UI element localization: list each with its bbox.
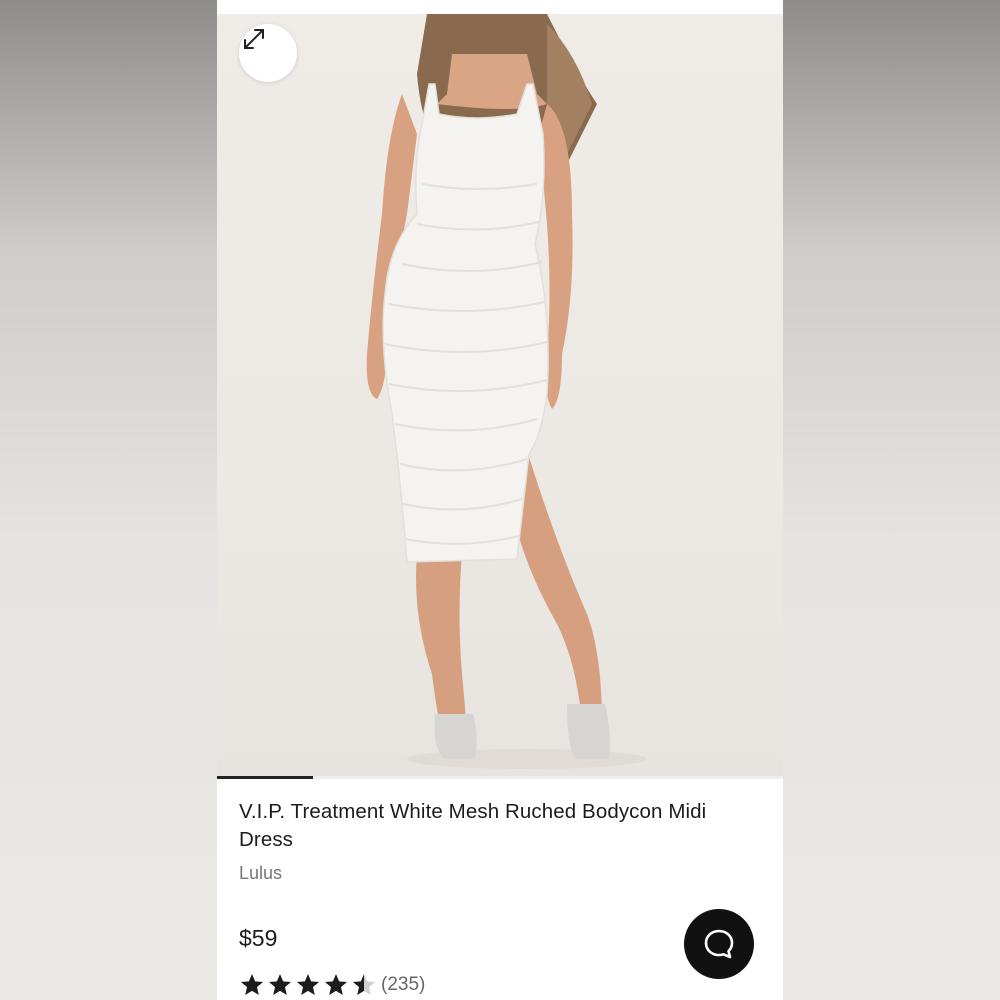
gallery-progress-bar — [217, 776, 783, 779]
product-title: V.I.P. Treatment White Mesh Ruched Bodyc… — [239, 800, 707, 851]
rating-stars — [239, 972, 377, 998]
star-icon — [268, 973, 292, 995]
model-photo-illustration — [366, 14, 647, 769]
left-background-panel — [0, 0, 217, 1000]
star-icon — [296, 973, 320, 995]
rating-summary[interactable]: (235) — [239, 972, 425, 998]
expand-arrows-icon — [244, 29, 264, 49]
star-icon — [324, 973, 348, 995]
product-image[interactable] — [217, 14, 783, 778]
product-price: $59 — [239, 925, 278, 951]
chat-bubble-icon — [704, 929, 734, 959]
star-icon — [240, 973, 264, 995]
right-background-panel — [783, 0, 1000, 1000]
brand-name[interactable]: Lulus — [239, 863, 282, 884]
expand-image-button[interactable] — [239, 24, 297, 82]
chat-button[interactable] — [684, 909, 754, 979]
star-icon — [352, 973, 376, 995]
gallery-progress-fill — [217, 776, 314, 779]
review-count[interactable]: (235) — [381, 974, 425, 996]
product-page: V.I.P. Treatment White Mesh Ruched Bodyc… — [217, 0, 783, 1000]
